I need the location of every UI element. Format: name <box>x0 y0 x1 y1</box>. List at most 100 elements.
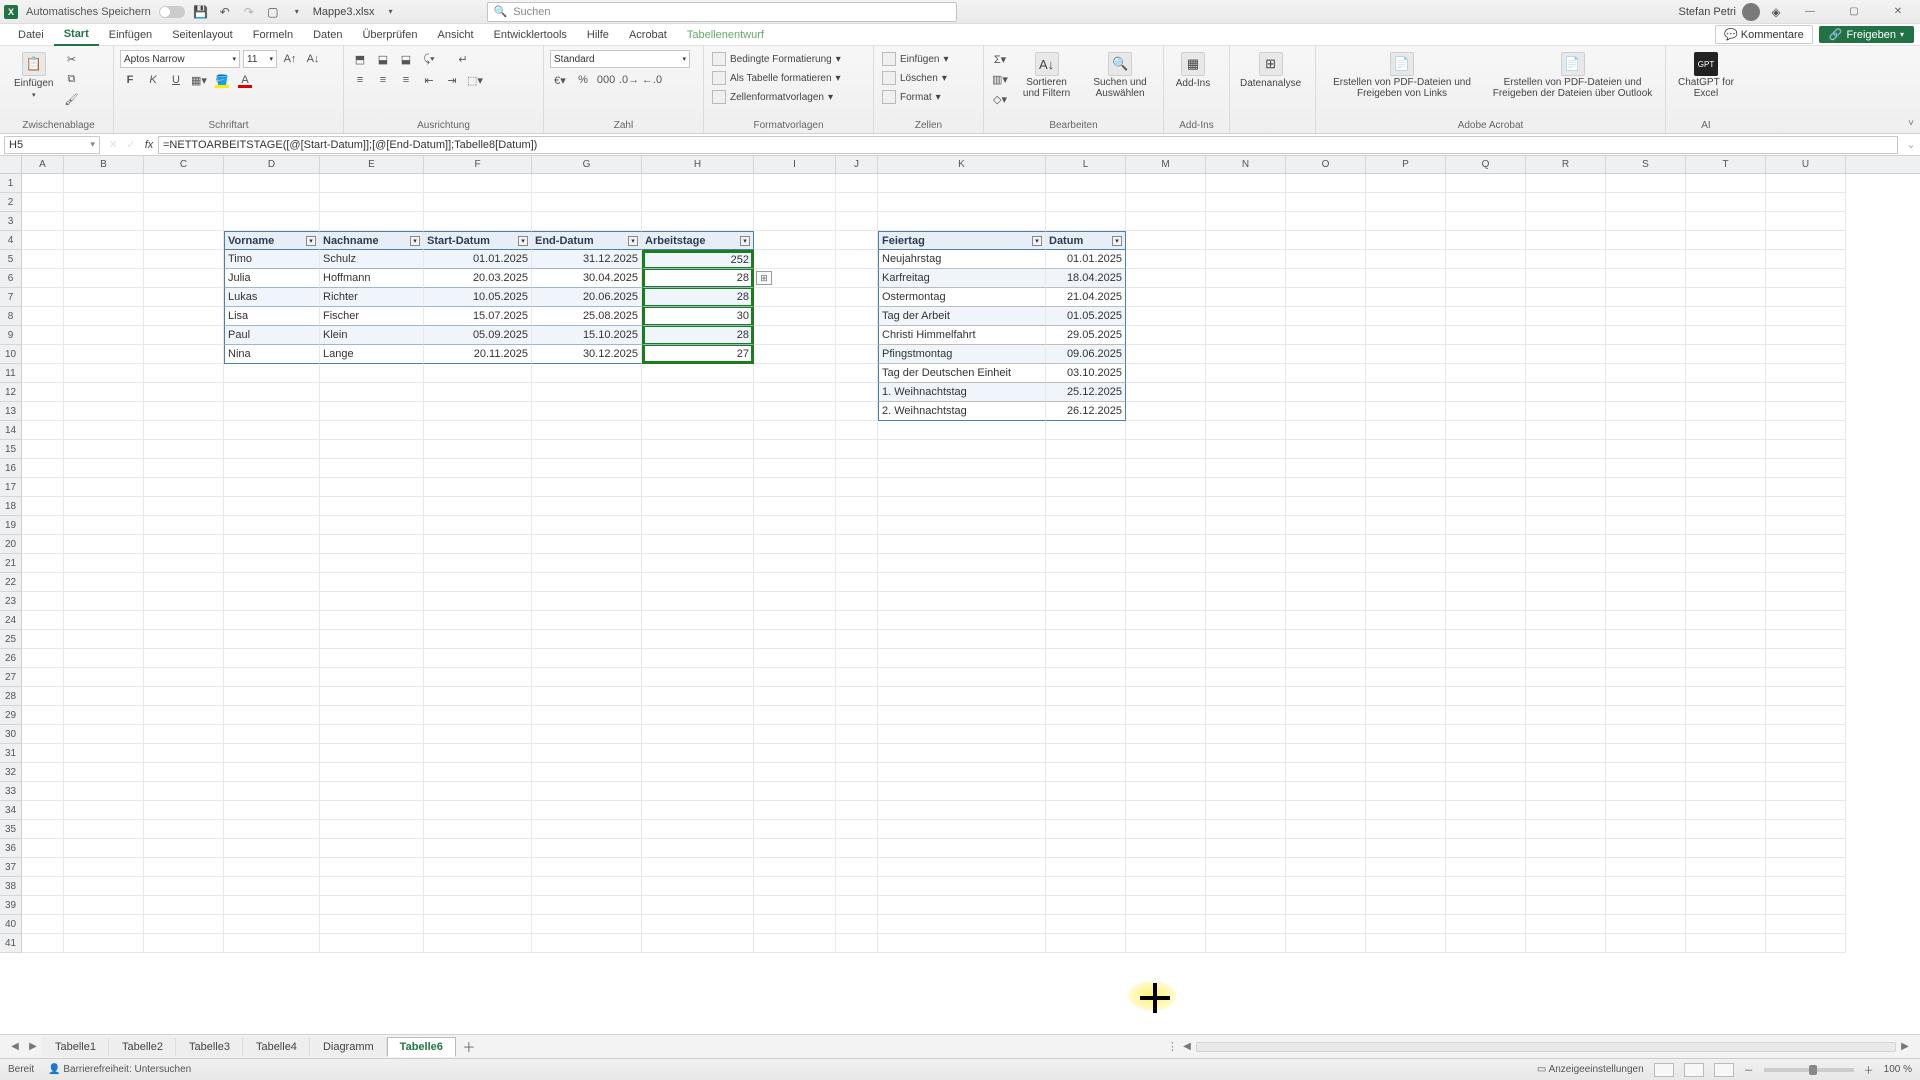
cell[interactable] <box>878 193 1046 212</box>
cell[interactable] <box>1046 174 1126 193</box>
cell[interactable] <box>1126 839 1206 858</box>
cell[interactable]: 26.12.2025 <box>1046 402 1126 421</box>
cell[interactable] <box>878 649 1046 668</box>
row-header[interactable]: 3 <box>0 212 22 231</box>
cell[interactable] <box>642 478 754 497</box>
cell[interactable] <box>1046 554 1126 573</box>
cell[interactable] <box>1366 554 1446 573</box>
orientation-icon[interactable]: ⤹▾ <box>419 50 439 68</box>
cell[interactable] <box>1126 896 1206 915</box>
cell[interactable]: 29.05.2025 <box>1046 326 1126 345</box>
cell[interactable] <box>1046 706 1126 725</box>
cell[interactable] <box>642 630 754 649</box>
cell[interactable] <box>754 193 836 212</box>
cell[interactable]: Nachname▾ <box>320 231 424 250</box>
cell[interactable] <box>754 573 836 592</box>
cell[interactable] <box>836 592 878 611</box>
cell[interactable] <box>1046 725 1126 744</box>
cell[interactable] <box>1526 288 1606 307</box>
cell[interactable] <box>878 668 1046 687</box>
cell[interactable] <box>1686 421 1766 440</box>
cell[interactable] <box>64 877 144 896</box>
cell[interactable] <box>754 630 836 649</box>
row-header[interactable]: 35 <box>0 820 22 839</box>
diamond-icon[interactable]: ◈ <box>1768 4 1784 20</box>
cell[interactable]: 18.04.2025 <box>1046 269 1126 288</box>
cell[interactable] <box>1206 839 1286 858</box>
fill-icon[interactable]: ▥▾ <box>990 70 1010 88</box>
cell[interactable] <box>1526 725 1606 744</box>
cell[interactable] <box>1446 326 1526 345</box>
cell[interactable] <box>1686 592 1766 611</box>
row-header[interactable]: 9 <box>0 326 22 345</box>
cell[interactable] <box>1606 307 1686 326</box>
column-header[interactable]: A <box>22 156 64 173</box>
cell[interactable] <box>320 383 424 402</box>
cell[interactable] <box>22 668 64 687</box>
cell[interactable] <box>642 212 754 231</box>
cell[interactable] <box>64 611 144 630</box>
cell[interactable] <box>1286 630 1366 649</box>
cell[interactable]: 01.01.2025 <box>1046 250 1126 269</box>
cell[interactable] <box>424 668 532 687</box>
row-header[interactable]: 2 <box>0 193 22 212</box>
cell[interactable] <box>532 896 642 915</box>
cell[interactable] <box>836 611 878 630</box>
cell[interactable] <box>1526 402 1606 421</box>
collapse-ribbon-icon[interactable]: ˅ <box>1908 118 1914 129</box>
cell[interactable] <box>22 858 64 877</box>
cell[interactable] <box>144 193 224 212</box>
decrease-font-icon[interactable]: A↓ <box>303 50 323 68</box>
cell[interactable] <box>878 611 1046 630</box>
cell[interactable] <box>22 782 64 801</box>
undo-icon[interactable]: ↶ <box>217 4 233 20</box>
cell[interactable] <box>1206 440 1286 459</box>
cell[interactable] <box>320 877 424 896</box>
cell[interactable]: 01.01.2025 <box>424 250 532 269</box>
cell[interactable] <box>754 744 836 763</box>
cell[interactable] <box>1766 877 1846 896</box>
clear-icon[interactable]: ◇▾ <box>990 90 1010 108</box>
cell[interactable] <box>22 877 64 896</box>
qat-dropdown-icon[interactable]: ▾ <box>289 4 305 20</box>
cell[interactable] <box>532 212 642 231</box>
cell[interactable] <box>1766 516 1846 535</box>
cell[interactable] <box>1206 763 1286 782</box>
cell[interactable] <box>1126 402 1206 421</box>
cell[interactable] <box>320 592 424 611</box>
cell[interactable] <box>1606 611 1686 630</box>
cell[interactable] <box>1046 668 1126 687</box>
ribbon-tab-überprüfen[interactable]: Überprüfen <box>352 24 427 46</box>
cell[interactable] <box>1686 345 1766 364</box>
cell[interactable] <box>1526 744 1606 763</box>
cell[interactable] <box>1206 497 1286 516</box>
cell[interactable] <box>1526 896 1606 915</box>
cell[interactable] <box>1526 516 1606 535</box>
cell[interactable] <box>64 497 144 516</box>
quick-analysis-icon[interactable]: ⊞ <box>756 271 772 285</box>
cell[interactable] <box>424 402 532 421</box>
cell[interactable] <box>64 934 144 953</box>
column-header[interactable]: T <box>1686 156 1766 173</box>
cell[interactable] <box>320 554 424 573</box>
cell[interactable] <box>878 877 1046 896</box>
cell[interactable] <box>754 440 836 459</box>
cell[interactable] <box>1766 478 1846 497</box>
cell[interactable] <box>144 915 224 934</box>
cell[interactable] <box>1686 706 1766 725</box>
cell[interactable] <box>1286 573 1366 592</box>
cell[interactable] <box>1046 687 1126 706</box>
merge-icon[interactable]: ⬚▾ <box>465 71 485 89</box>
cell[interactable]: Ostermontag <box>878 288 1046 307</box>
cell[interactable] <box>320 934 424 953</box>
cell[interactable] <box>1046 193 1126 212</box>
cell[interactable]: 10.05.2025 <box>424 288 532 307</box>
cell[interactable] <box>1286 725 1366 744</box>
cell[interactable] <box>878 915 1046 934</box>
cell[interactable] <box>1606 687 1686 706</box>
cell[interactable] <box>1286 326 1366 345</box>
cell[interactable] <box>64 573 144 592</box>
cell[interactable] <box>1286 478 1366 497</box>
cell[interactable] <box>1366 193 1446 212</box>
cell[interactable]: Datum▾ <box>1046 231 1126 250</box>
